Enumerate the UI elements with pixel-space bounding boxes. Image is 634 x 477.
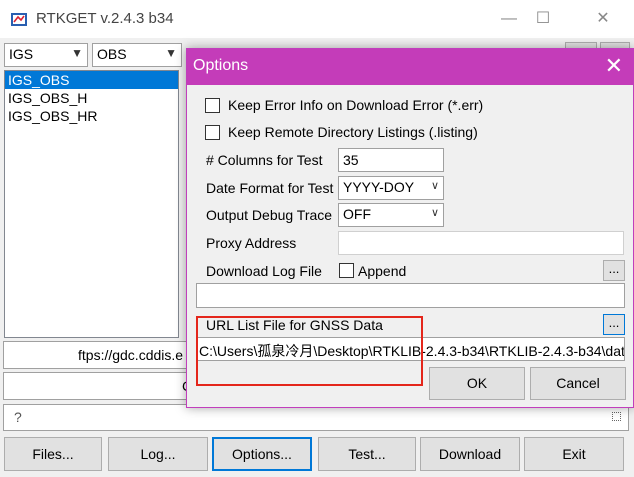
chevron-down-icon: ▼ xyxy=(165,46,177,60)
source-select-value: IGS xyxy=(9,46,34,62)
chevron-down-icon: ∨ xyxy=(430,207,439,219)
options-button[interactable]: Options... xyxy=(212,437,312,471)
window-close-button[interactable]: ✕ xyxy=(588,6,618,32)
browse-log-button[interactable]: ... xyxy=(603,260,625,281)
resize-grip-icon xyxy=(612,412,621,421)
keep-remote-label: Keep Remote Directory Listings (.listing… xyxy=(228,124,478,140)
annotation-highlight-box xyxy=(196,316,423,386)
maximize-button[interactable]: ☐ xyxy=(528,6,558,32)
list-item[interactable]: IGS_OBS_HR xyxy=(5,107,178,125)
exit-button[interactable]: Exit xyxy=(524,437,624,471)
download-button[interactable]: Download xyxy=(420,437,520,471)
list-item[interactable]: IGS_OBS xyxy=(5,71,178,89)
debug-trace-value: OFF xyxy=(343,206,371,222)
ok-label: OK xyxy=(466,375,488,391)
dialog-close-icon[interactable]: ✕ xyxy=(605,53,623,79)
date-format-select[interactable]: YYYY-DOY ∨ xyxy=(338,176,444,200)
list-item[interactable]: IGS_OBS_H xyxy=(5,89,178,107)
app-icon xyxy=(11,13,27,26)
type-select-value: OBS xyxy=(97,46,127,62)
proxy-input[interactable] xyxy=(338,231,624,255)
url-field[interactable]: ftps://gdc.cddis.e xyxy=(3,341,189,369)
browse-url-list-button[interactable]: ... xyxy=(603,314,625,335)
data-type-list[interactable]: IGS_OBS IGS_OBS_H IGS_OBS_HR xyxy=(4,70,179,338)
chevron-down-icon: ∨ xyxy=(430,180,439,192)
append-checkbox[interactable] xyxy=(339,263,354,278)
files-button[interactable]: Files... xyxy=(4,437,102,471)
local-dir-field[interactable]: C xyxy=(3,372,189,400)
date-format-value: YYYY-DOY xyxy=(343,179,415,195)
cancel-label: Cancel xyxy=(556,375,600,391)
debug-trace-label: Output Debug Trace xyxy=(206,207,333,223)
keep-remote-checkbox[interactable] xyxy=(205,125,220,140)
log-button[interactable]: Log... xyxy=(108,437,208,471)
append-label: Append xyxy=(358,263,407,279)
status-text: ? xyxy=(14,409,22,425)
debug-trace-select[interactable]: OFF ∨ xyxy=(338,203,444,227)
minimize-button[interactable]: — xyxy=(494,6,524,32)
download-log-label: Download Log File xyxy=(206,263,322,279)
source-select[interactable]: IGS ▼ xyxy=(4,43,88,67)
type-select[interactable]: OBS ▼ xyxy=(92,43,182,67)
proxy-label: Proxy Address xyxy=(206,235,297,251)
ok-button[interactable]: OK xyxy=(429,367,525,400)
dialog-title: Options xyxy=(193,57,249,74)
keep-error-checkbox[interactable] xyxy=(205,98,220,113)
columns-label: # Columns for Test xyxy=(206,152,323,168)
log-path-input[interactable] xyxy=(196,283,625,308)
chevron-down-icon: ▼ xyxy=(71,46,83,60)
keep-error-label: Keep Error Info on Download Error (*.err… xyxy=(228,97,484,113)
test-button[interactable]: Test... xyxy=(318,437,416,471)
status-field: ? xyxy=(3,404,629,431)
columns-input[interactable]: 35 xyxy=(338,148,444,172)
date-format-label: Date Format for Test xyxy=(206,180,334,196)
cancel-button[interactable]: Cancel xyxy=(530,367,626,400)
window-title: RTKGET v.2.4.3 b34 xyxy=(36,10,174,27)
dialog-title-bar: Options ✕ xyxy=(187,49,633,85)
